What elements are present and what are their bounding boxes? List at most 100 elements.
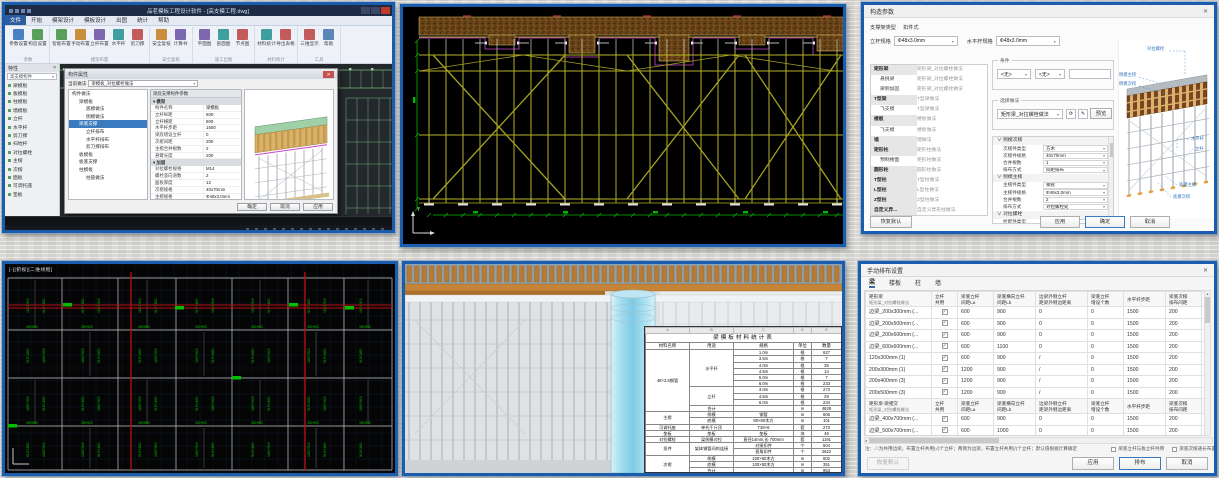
value-cell[interactable]: 200 bbox=[1166, 364, 1202, 376]
ribbon-button[interactable]: 水平杆 bbox=[109, 27, 128, 56]
tab-1[interactable]: 梁 bbox=[869, 277, 875, 288]
checkbox-icon[interactable]: ✓ bbox=[942, 355, 948, 361]
value-cell[interactable]: 1500 bbox=[1124, 364, 1166, 376]
viewport-label[interactable]: [-][俯视][二维线框] bbox=[9, 266, 53, 273]
property-value[interactable]: Φ48x3.0mm bbox=[203, 194, 241, 200]
property-value[interactable]: 1500 bbox=[203, 125, 241, 131]
property-value[interactable]: 600 bbox=[203, 112, 241, 118]
param-value-select[interactable]: Φ48x3.0mm▾ bbox=[1043, 189, 1108, 195]
member-row[interactable]: 矩形柱矩形柱做法 bbox=[871, 146, 987, 156]
close-icon[interactable]: ✕ bbox=[1203, 8, 1208, 15]
vertical-scrollbar[interactable]: ▴ bbox=[1204, 290, 1211, 436]
drawing-canvas[interactable]: 构件属性✕ 当前做法 梁模板_对拉螺栓做法▾ 构件做法梁模板底模做法侧模做法梁底… bbox=[60, 64, 392, 216]
checkbox-icon[interactable]: ✓ bbox=[942, 416, 948, 422]
tree-node[interactable]: 侧模做法 bbox=[69, 113, 147, 121]
arrange-button[interactable]: 排布 bbox=[1119, 457, 1161, 470]
value-cell[interactable]: 0 bbox=[1088, 425, 1124, 436]
value-cell[interactable]: 1100 bbox=[994, 341, 1036, 353]
palette-item[interactable]: 可调托座 bbox=[5, 182, 59, 190]
property-value[interactable]: M14 bbox=[203, 166, 241, 172]
tree-node[interactable]: 梁模板 bbox=[69, 98, 147, 106]
table-row[interactable]: 120x300mm (1)✓600900/015002002 bbox=[866, 353, 1207, 365]
value-cell[interactable]: 0 bbox=[1088, 364, 1124, 376]
ok-button[interactable]: 确定 bbox=[237, 203, 267, 212]
value-cell[interactable]: 0 bbox=[1036, 414, 1088, 426]
property-value[interactable]: 0 bbox=[203, 132, 241, 138]
palette-item[interactable]: 面板 bbox=[5, 173, 59, 181]
value-cell[interactable]: 600 bbox=[958, 330, 994, 342]
value-cell[interactable]: 900 bbox=[994, 376, 1036, 388]
value-cell[interactable]: 0 bbox=[1036, 318, 1088, 330]
preview-3d[interactable] bbox=[244, 89, 334, 200]
tab-4[interactable]: 墙 bbox=[935, 278, 941, 287]
param-value-select[interactable]: 钢管▾ bbox=[1043, 182, 1108, 188]
palette-item[interactable]: 剪刀撑 bbox=[5, 131, 59, 139]
ribbon-button[interactable]: 手动布置 bbox=[71, 27, 90, 56]
member-row[interactable]: L型柱L型柱做法 bbox=[871, 186, 987, 196]
value-cell[interactable]: 900 bbox=[994, 307, 1036, 319]
ribbon-tab[interactable]: 出图 bbox=[111, 15, 132, 25]
value-cell[interactable]: 0 bbox=[1088, 387, 1124, 399]
member-row[interactable]: 预制楼面矩形柱做法 bbox=[871, 156, 987, 166]
member-row[interactable]: 梁侧加固矩形梁_对拉螺栓做法 bbox=[871, 85, 987, 95]
value-cell[interactable]: 0 bbox=[1036, 330, 1088, 342]
palette-item[interactable]: 水平杆 bbox=[5, 123, 59, 131]
hbar-spec-select[interactable]: Φ48x3.0mm▾ bbox=[996, 36, 1060, 46]
ribbon-button[interactable]: 节点图 bbox=[233, 27, 252, 56]
ribbon-button[interactable]: 导出表格 bbox=[276, 27, 295, 56]
checkbox-icon[interactable]: ✓ bbox=[942, 427, 948, 433]
ribbon-tab[interactable]: 模板设计 bbox=[79, 15, 111, 25]
ribbon-tab[interactable]: 统计 bbox=[132, 15, 153, 25]
property-value[interactable]: 200 bbox=[203, 153, 241, 159]
value-cell[interactable]: 0 bbox=[1036, 425, 1088, 436]
tree-node[interactable]: 板模板 bbox=[69, 151, 147, 159]
value-cell[interactable]: 200 bbox=[1166, 341, 1202, 353]
value-cell[interactable]: 0 bbox=[1088, 307, 1124, 319]
value-cell[interactable]: 200 bbox=[1166, 376, 1202, 388]
property-value[interactable]: 2 bbox=[203, 146, 241, 152]
member-row[interactable]: 圆形柱圆形柱做法 bbox=[871, 166, 987, 176]
checkbox-icon[interactable]: ✓ bbox=[942, 389, 948, 395]
horizontal-scrollbar[interactable]: ◂ bbox=[864, 437, 1213, 444]
property-value[interactable]: 12 bbox=[203, 180, 241, 186]
window-controls[interactable] bbox=[361, 7, 390, 14]
close-icon[interactable]: ✕ bbox=[1203, 267, 1208, 274]
value-cell[interactable]: 0 bbox=[1088, 318, 1124, 330]
member-row[interactable]: 悬挑梁矩形梁_对拉螺栓做法 bbox=[871, 75, 987, 85]
preview-button[interactable]: 预览 bbox=[1090, 108, 1112, 119]
member-row[interactable]: 飞支模T型梁做法 bbox=[871, 105, 987, 115]
value-cell[interactable]: 900 bbox=[994, 318, 1036, 330]
table-row[interactable]: 200x400mm (3)✓1200900/015002002 bbox=[866, 376, 1207, 388]
save-icon[interactable]: ✎ bbox=[1078, 109, 1088, 119]
value-cell[interactable]: 600 bbox=[958, 307, 994, 319]
ribbon-button[interactable]: 剖面图 bbox=[214, 27, 233, 56]
value-cell[interactable]: 200 bbox=[1166, 307, 1202, 319]
method-combo[interactable]: 梁模板_对拉螺栓做法▾ bbox=[88, 80, 198, 87]
ribbon-button[interactable]: 计算书 bbox=[171, 27, 190, 56]
method-select[interactable]: 矩形梁_对拉螺栓做法▾ bbox=[997, 109, 1063, 119]
apply-button[interactable]: 应用 bbox=[303, 203, 333, 212]
ribbon-button[interactable]: 构造设置 bbox=[28, 27, 47, 56]
tab-2[interactable]: 楼板 bbox=[889, 278, 901, 287]
ribbon-tab[interactable]: 开始 bbox=[26, 15, 47, 25]
checkbox-icon[interactable]: ✓ bbox=[942, 378, 948, 384]
member-row[interactable]: T型梁T型梁做法 bbox=[871, 95, 987, 105]
palette-item[interactable]: 柱模板 bbox=[5, 98, 59, 106]
table-row[interactable]: 边梁_400x700mm (...✓6009000015002002 bbox=[866, 414, 1207, 426]
value-cell[interactable]: 1500 bbox=[1124, 414, 1166, 426]
property-value[interactable]: 梁模板 bbox=[203, 105, 241, 111]
param-section[interactable]: ∨ 侧模主楞 bbox=[993, 174, 1113, 182]
value-cell[interactable]: 900 bbox=[994, 414, 1036, 426]
value-cell[interactable]: 600 bbox=[958, 425, 994, 436]
palette-item[interactable]: 墙模板 bbox=[5, 106, 59, 114]
tree-node[interactable]: 柱箍做法 bbox=[69, 174, 147, 182]
checkbox-icon[interactable]: ✓ bbox=[942, 309, 948, 315]
member-row[interactable]: 矩形梁矩形梁_对拉螺栓做法 bbox=[871, 65, 987, 75]
option-checkbox[interactable]: 梁底立杆与板立杆共用 bbox=[1111, 446, 1164, 452]
tree-node[interactable]: 板底支撑 bbox=[69, 158, 147, 166]
palette-item[interactable]: 次楞 bbox=[5, 165, 59, 173]
tree-node[interactable]: 底模做法 bbox=[69, 105, 147, 113]
quick-access-toolbar[interactable] bbox=[9, 9, 31, 13]
param-value-select[interactable]: 1▾ bbox=[1043, 160, 1108, 166]
value-cell[interactable]: 900 bbox=[994, 364, 1036, 376]
